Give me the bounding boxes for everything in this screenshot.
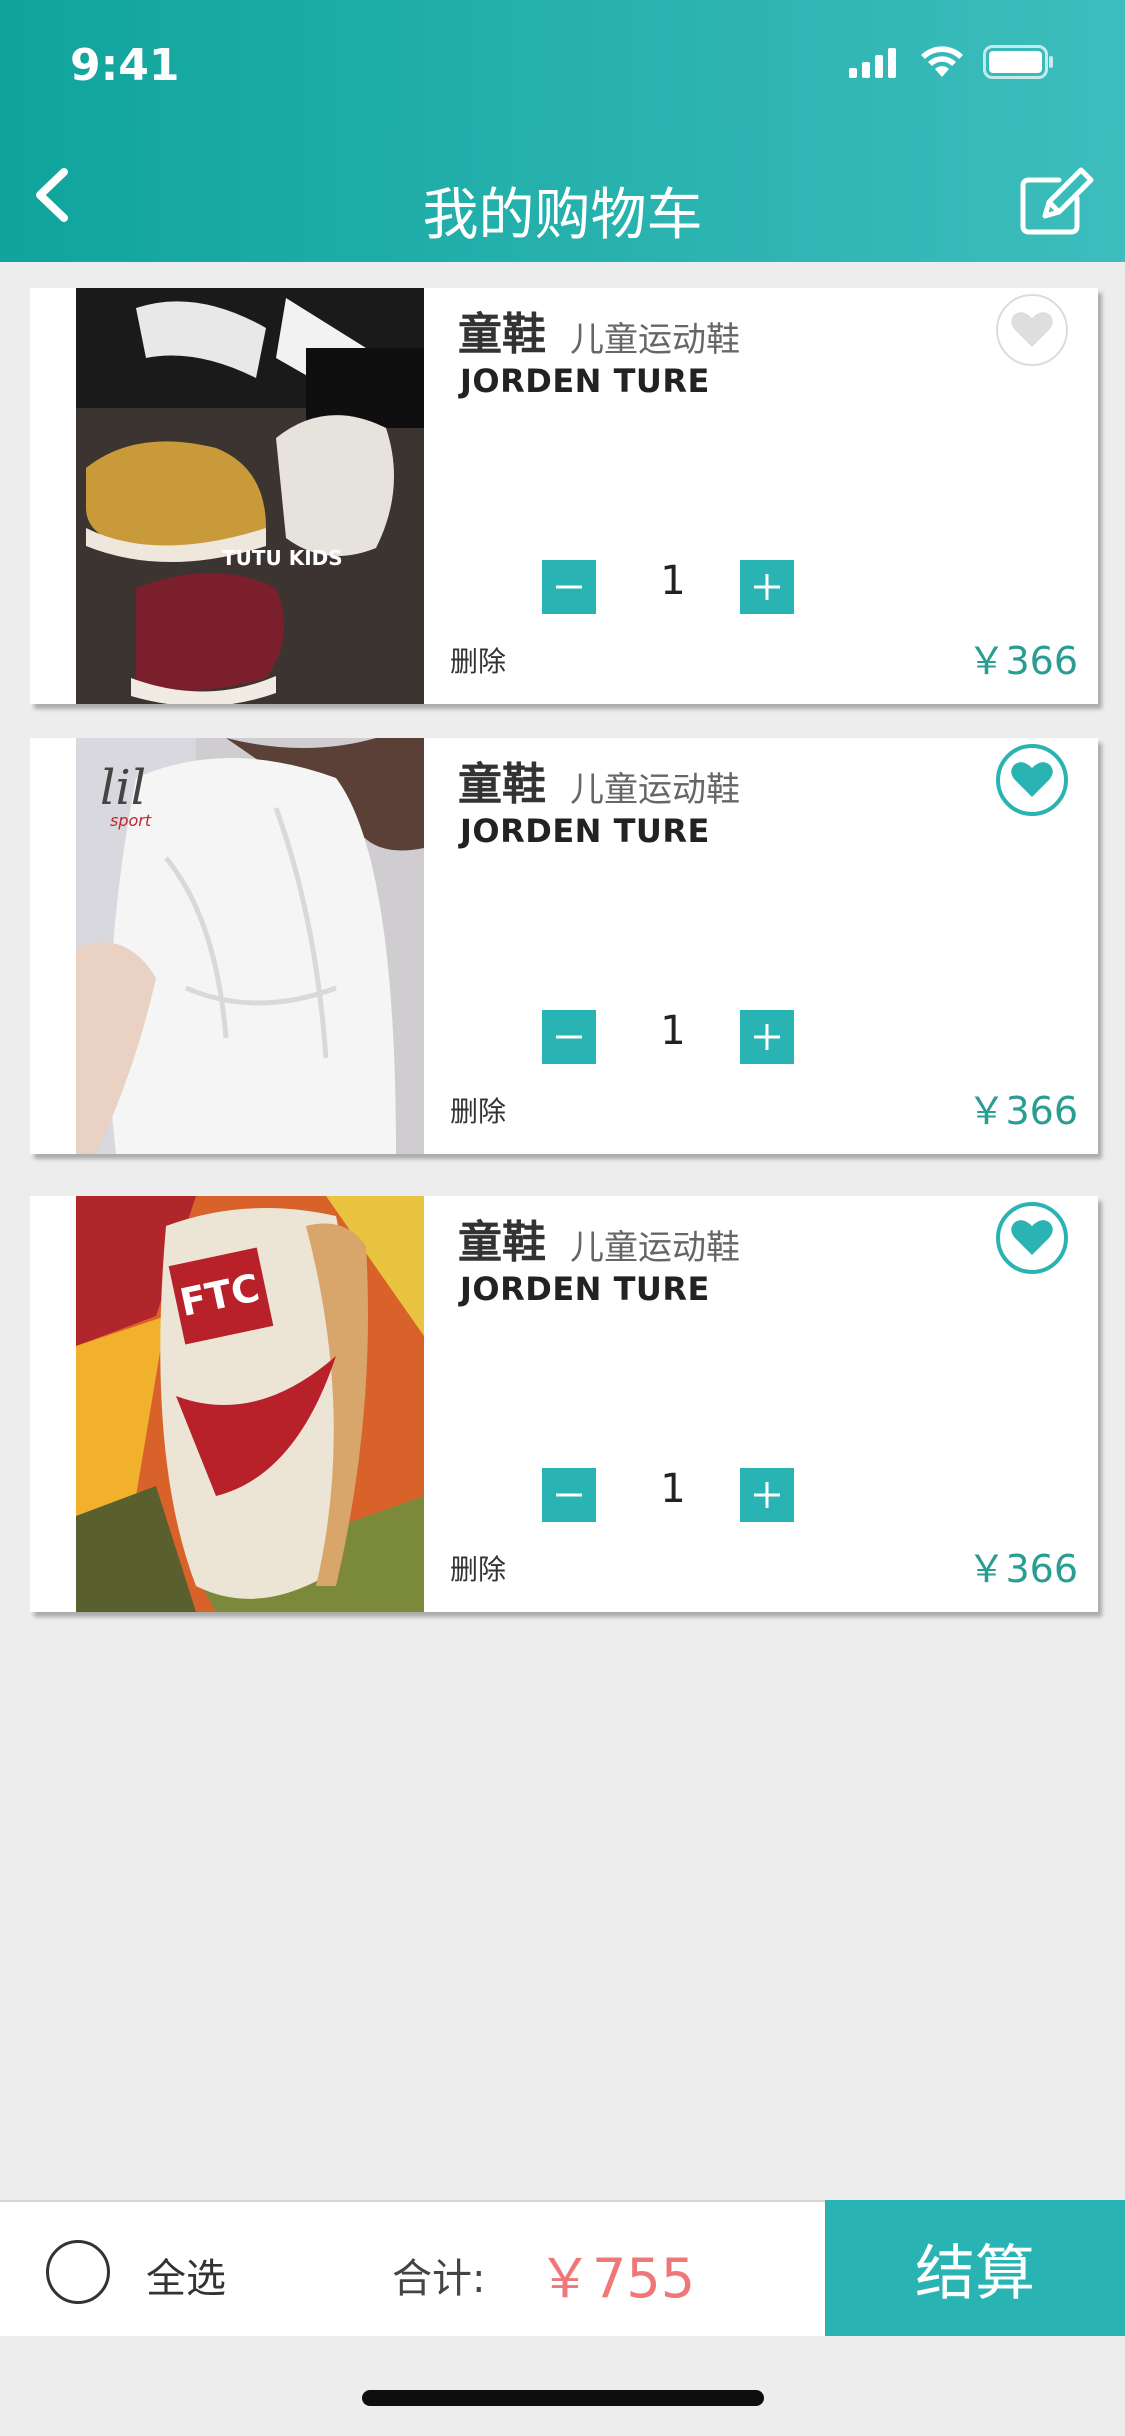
checkout-bar: 全选 合计: ￥755 结算 — [0, 2200, 1125, 2336]
product-price: ￥366 — [967, 639, 1078, 683]
checkout-button[interactable]: 结算 — [825, 2200, 1125, 2336]
svg-text:sport: sport — [110, 811, 152, 830]
product-price: ￥366 — [967, 1089, 1078, 1133]
heart-icon — [1011, 1220, 1053, 1255]
select-all-label[interactable]: 全选 — [146, 2246, 226, 2304]
product-price: ￥366 — [967, 1547, 1078, 1591]
total-amount: ￥755 — [538, 2247, 696, 2310]
image-caption: TUTU KIDS — [222, 546, 343, 570]
product-subtitle: 儿童运动鞋 — [570, 770, 740, 810]
product-subtitle: 儿童运动鞋 — [570, 1228, 740, 1268]
edit-button[interactable] — [1015, 166, 1095, 238]
svg-text:lil: lil — [100, 760, 146, 816]
cellular-signal-icon — [849, 48, 896, 78]
minus-icon — [556, 1493, 582, 1497]
product-image[interactable]: FTC — [76, 1196, 424, 1612]
quantity-decrease-button[interactable] — [542, 1010, 596, 1064]
quantity-value: 1 — [660, 1008, 686, 1054]
product-photo-white-jacket: lil sport — [76, 738, 424, 1154]
cart-item-card: FTC 童鞋 儿童运动鞋 JORDEN TURE 1 删除 ￥366 — [30, 1196, 1098, 1612]
select-all-checkbox[interactable] — [46, 2240, 110, 2304]
favorite-button[interactable] — [996, 294, 1068, 366]
favorite-button[interactable] — [996, 744, 1068, 816]
product-model: JORDEN TURE — [460, 1270, 710, 1308]
home-indicator[interactable] — [362, 2390, 764, 2406]
product-image[interactable]: TUTU KIDS — [76, 288, 424, 704]
product-photo-kids-sneakers — [76, 288, 424, 704]
product-title: 童鞋 — [458, 1217, 546, 1268]
minus-icon — [556, 585, 582, 589]
delete-link[interactable]: 删除 — [450, 1548, 506, 1588]
plus-icon — [754, 574, 780, 600]
heart-icon — [1011, 312, 1053, 347]
edit-icon — [1020, 167, 1094, 235]
status-time: 9:41 — [70, 40, 180, 91]
cart-item-card: lil sport 童鞋 儿童运动鞋 JORDEN TURE 1 删除 ￥366 — [30, 738, 1098, 1154]
minus-icon — [556, 1035, 582, 1039]
total-label: 合计: — [392, 2256, 486, 2302]
quantity-increase-button[interactable] — [740, 1468, 794, 1522]
quantity-decrease-button[interactable] — [542, 1468, 596, 1522]
delete-link[interactable]: 删除 — [450, 1090, 506, 1130]
quantity-value: 1 — [660, 558, 686, 604]
product-model: JORDEN TURE — [460, 362, 710, 400]
product-title: 童鞋 — [458, 309, 546, 360]
quantity-increase-button[interactable] — [740, 560, 794, 614]
favorite-button[interactable] — [996, 1202, 1068, 1274]
product-photo-red-white-sneaker: FTC — [76, 1196, 424, 1612]
heart-icon — [1011, 762, 1053, 797]
quantity-decrease-button[interactable] — [542, 560, 596, 614]
plus-icon — [754, 1024, 780, 1050]
quantity-increase-button[interactable] — [740, 1010, 794, 1064]
product-title: 童鞋 — [458, 759, 546, 810]
quantity-value: 1 — [660, 1466, 686, 1512]
wifi-icon — [921, 46, 963, 77]
plus-icon — [754, 1482, 780, 1508]
product-subtitle: 儿童运动鞋 — [570, 320, 740, 360]
product-model: JORDEN TURE — [460, 812, 710, 850]
status-icons — [849, 42, 1055, 82]
cart-item-card: TUTU KIDS 童鞋 儿童运动鞋 JORDEN TURE 1 删除 ￥366 — [30, 288, 1098, 704]
top-header: 9:41 我的购物车 — [0, 0, 1125, 262]
product-image[interactable]: lil sport — [76, 738, 424, 1154]
page-title: 我的购物车 — [422, 183, 703, 248]
battery-icon — [983, 45, 1053, 79]
delete-link[interactable]: 删除 — [450, 640, 506, 680]
